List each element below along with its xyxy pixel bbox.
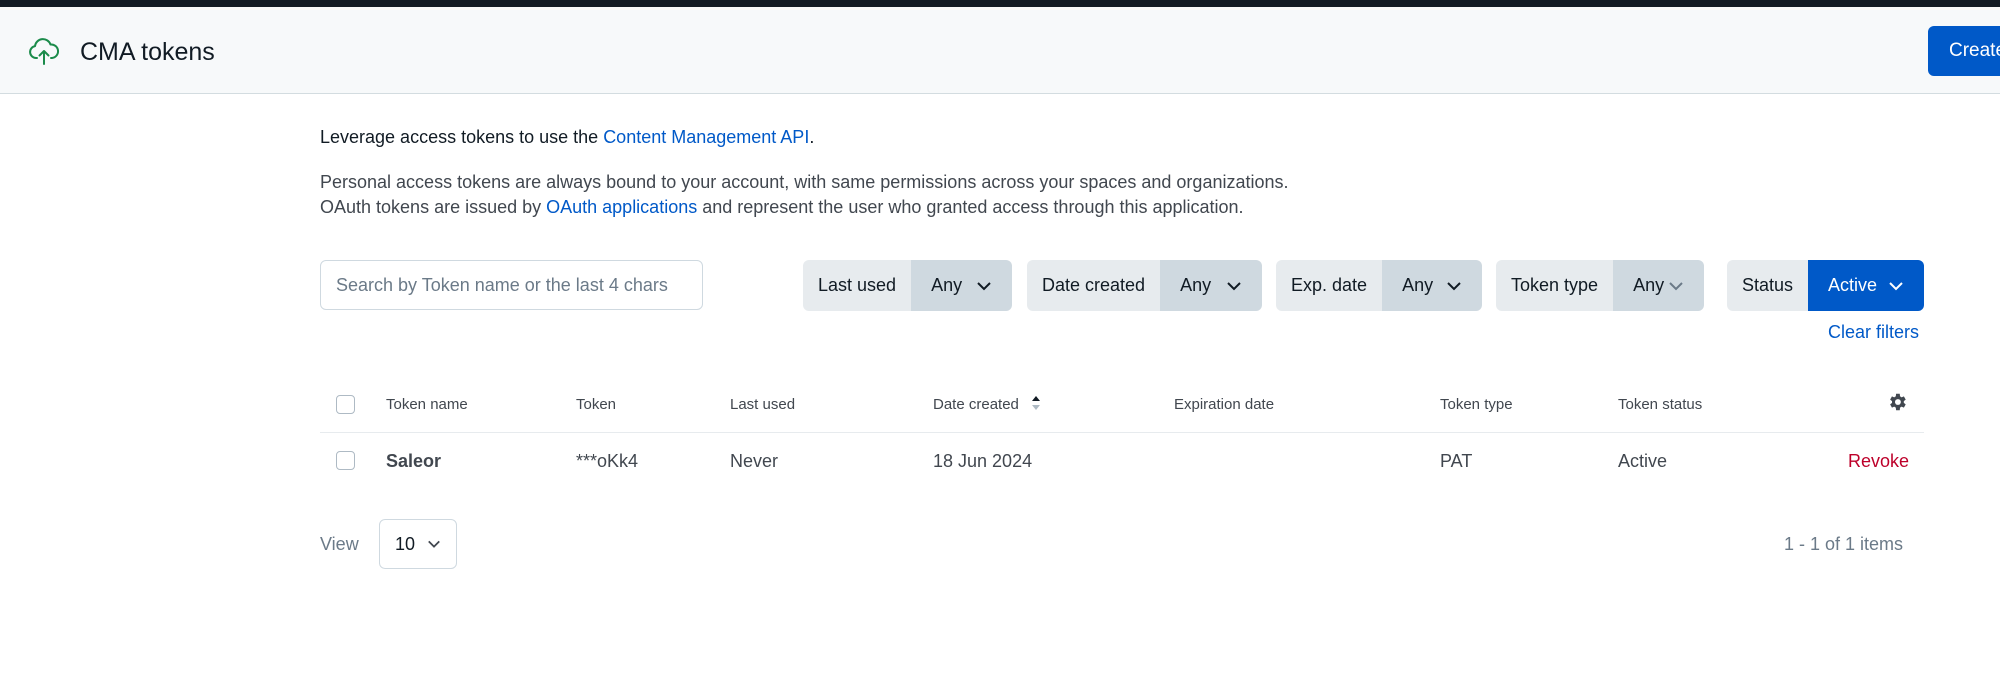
filter-value-text: Active: [1828, 275, 1878, 295]
filter-value[interactable]: Any: [911, 260, 1012, 311]
column-header-date-created[interactable]: Date created: [933, 394, 1041, 416]
filter-value-text: Any: [1402, 275, 1434, 295]
column-header-token-type: Token type: [1440, 396, 1513, 413]
filter-value-text: Any: [1633, 275, 1665, 295]
row-checkbox[interactable]: [336, 451, 355, 470]
sort-icon: [1032, 396, 1041, 410]
content-management-api-link[interactable]: Content Management API: [603, 127, 809, 147]
filter-label: Exp. date: [1276, 260, 1383, 311]
intro-line-3: OAuth tokens are issued by OAuth applica…: [320, 195, 1244, 220]
token-date-created: 18 Jun 2024: [933, 451, 1033, 471]
filter-token-type[interactable]: Token type Any: [1496, 260, 1704, 311]
page-size-select[interactable]: 10: [379, 519, 457, 569]
clear-filters-link[interactable]: Clear filters: [1828, 322, 1919, 343]
table-divider: [320, 432, 1924, 433]
gear-icon[interactable]: [1886, 391, 1908, 413]
oauth-applications-link[interactable]: OAuth applications: [546, 197, 697, 217]
chevron-down-icon: [1889, 281, 1903, 290]
filter-value[interactable]: Any: [1382, 260, 1482, 311]
token-name: Saleor: [386, 451, 442, 471]
search-input[interactable]: [320, 260, 703, 310]
intro-suffix: .: [809, 127, 815, 147]
filter-label: Date created: [1027, 260, 1161, 311]
column-header-label: Date created: [933, 396, 1019, 413]
token-value: ***oKk4: [576, 451, 639, 471]
column-header-token: Token: [576, 396, 617, 413]
token-status: Active: [1618, 451, 1668, 471]
column-header-last-used[interactable]: Last used: [730, 394, 795, 416]
filter-value[interactable]: Any: [1613, 260, 1704, 311]
filter-label: Status: [1727, 260, 1809, 311]
revoke-button[interactable]: Revoke: [1848, 449, 1909, 473]
chevron-down-icon: [428, 540, 440, 548]
chevron-down-icon: [977, 281, 991, 290]
column-header-expiration-date[interactable]: Expiration date: [1174, 394, 1274, 416]
intro-text: OAuth tokens are issued by: [320, 197, 547, 217]
token-type: PAT: [1440, 451, 1473, 471]
intro-line-1: Leverage access tokens to use the Conten…: [320, 125, 814, 150]
column-header-token-name[interactable]: Token name: [386, 394, 468, 416]
filter-value-text: Any: [1180, 275, 1212, 295]
chevron-down-icon: [1447, 281, 1461, 290]
cloud-upload-icon: [29, 38, 59, 65]
filter-value[interactable]: Active: [1808, 260, 1924, 311]
create-token-button[interactable]: Create: [1928, 26, 2000, 76]
filter-value-text: Any: [931, 275, 963, 295]
view-label: View: [320, 534, 359, 554]
filter-label: Token type: [1496, 260, 1614, 311]
filter-last-used[interactable]: Last used Any: [803, 260, 1012, 311]
page-title: CMA tokens: [80, 38, 215, 66]
select-all-checkbox[interactable]: [336, 395, 355, 414]
filter-label: Last used: [803, 260, 912, 311]
chevron-down-icon: [1669, 281, 1683, 290]
filter-status[interactable]: Status Active: [1727, 260, 1924, 311]
page-header: CMA tokens Create: [0, 7, 2000, 94]
column-header-token-status: Token status: [1618, 396, 1703, 413]
pagination-info: 1 - 1 of 1 items: [1784, 534, 1904, 554]
token-last-used: Never: [730, 451, 779, 471]
filter-date-created[interactable]: Date created Any: [1027, 260, 1262, 311]
intro-text: Leverage access tokens to use the: [320, 127, 604, 147]
intro-suffix: and represent the user who granted acces…: [697, 197, 1244, 217]
filter-value[interactable]: Any: [1160, 260, 1262, 311]
intro-line-2: Personal access tokens are always bound …: [320, 172, 1289, 192]
page-size-value: 10: [395, 533, 416, 554]
chevron-down-icon: [1227, 281, 1241, 290]
top-strip: [0, 0, 2000, 7]
filter-exp-date[interactable]: Exp. date Any: [1276, 260, 1482, 311]
